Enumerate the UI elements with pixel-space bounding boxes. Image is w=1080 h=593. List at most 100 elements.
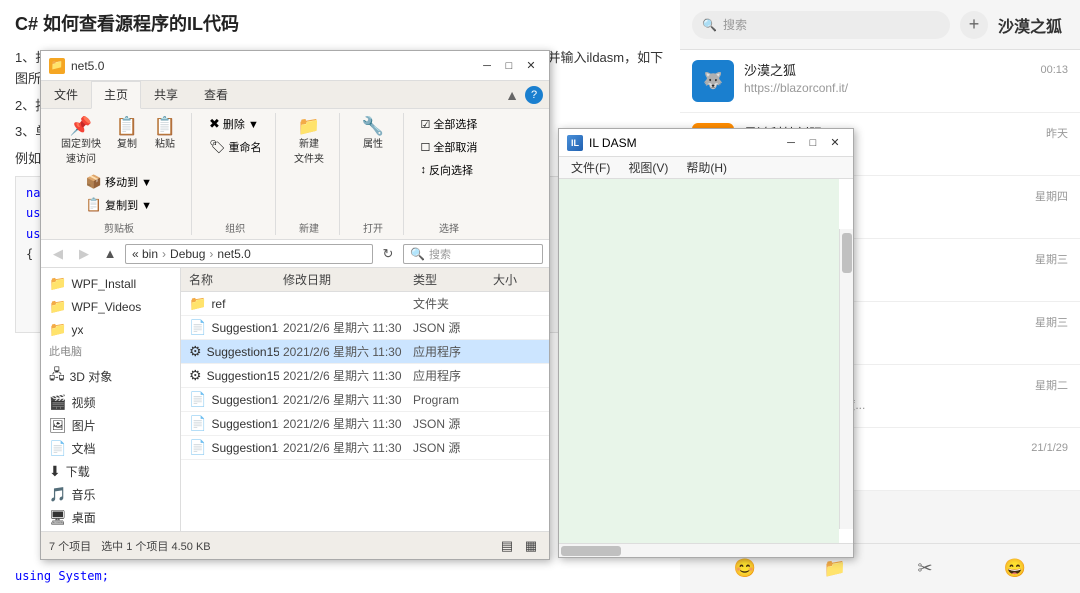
view-buttons: ▤ ▦ — [497, 536, 541, 556]
tree-item-yx[interactable]: 📁 yx — [41, 318, 180, 341]
col-date[interactable]: 修改日期 — [279, 268, 409, 291]
chat-preview: https://blazorconf.it/ — [744, 81, 1068, 95]
file-row[interactable]: 📄 Suggestion157.deps.json 2021/2/6 星期六 1… — [181, 316, 549, 340]
il-minimize-button[interactable]: ─ — [781, 134, 801, 152]
chat-list-item[interactable]: 🐺 沙漠之狐 00:13 https://blazorconf.it/ — [680, 50, 1080, 113]
file-type-icon: 📄 — [189, 415, 206, 432]
selected-info: 选中 1 个项目 4.50 KB — [101, 538, 210, 554]
move-to-button[interactable]: 📦移动到 ▼ — [81, 171, 157, 193]
ribbon-collapse-btn[interactable]: ▲ — [505, 87, 519, 103]
copy-to-button[interactable]: 📋复制到 ▼ — [81, 194, 157, 216]
il-vertical-scrollbar[interactable] — [839, 229, 853, 529]
menu-view[interactable]: 视图(V) — [620, 157, 676, 178]
rename-button[interactable]: 🏷重命名 — [204, 136, 267, 158]
properties-button[interactable]: 🔧 属性 — [355, 113, 391, 154]
file-date: 2021/2/6 星期六 11:30 — [279, 388, 409, 411]
open-buttons: 🔧 属性 — [355, 113, 391, 154]
menu-help[interactable]: 帮助(H) — [678, 157, 735, 178]
il-hscroll-thumb — [561, 546, 621, 556]
file-row[interactable]: 📁 ref 文件夹 — [181, 292, 549, 316]
il-horizontal-scrollbar[interactable] — [559, 543, 853, 557]
delete-icon: ✖ — [209, 116, 220, 132]
emoji-button[interactable]: 😊 — [731, 555, 759, 583]
maximize-button[interactable]: □ — [499, 57, 519, 75]
file-size — [489, 397, 549, 403]
chat-time: 星期三 — [1035, 251, 1068, 267]
chat-header: 🔍 搜索 + 沙漠之狐 — [680, 0, 1080, 50]
il-dasm-title: IL DASM — [589, 136, 775, 150]
select-all-icon: ☑ — [421, 118, 431, 131]
il-dasm-titlebar: IL IL DASM ─ □ ✕ — [559, 129, 853, 157]
deselect-all-button[interactable]: ☐ 全部取消 — [416, 136, 483, 158]
menu-file[interactable]: 文件(F) — [563, 157, 618, 178]
minimize-button[interactable]: ─ — [477, 57, 497, 75]
tab-home[interactable]: 主页 — [91, 81, 141, 109]
file-explorer-window: 📁 net5.0 ─ □ ✕ 文件 主页 共享 查看 ▲ ? 📌 — [40, 50, 550, 560]
add-contact-button[interactable]: + — [960, 11, 988, 39]
file-name: 📄 Suggestion157.pdb — [181, 388, 279, 411]
up-button[interactable]: ▲ — [99, 243, 121, 265]
file-explorer-titlebar: 📁 net5.0 ─ □ ✕ — [41, 51, 549, 81]
file-date: 2021/2/6 星期六 11:30 — [279, 412, 409, 435]
tab-share[interactable]: 共享 — [141, 81, 191, 108]
file-size — [489, 325, 549, 331]
col-name[interactable]: 名称 — [181, 268, 279, 291]
pin-to-quick-access-button[interactable]: 📌 固定到快速访问 — [55, 113, 107, 169]
file-type: 应用程序 — [409, 364, 489, 387]
tab-view[interactable]: 查看 — [191, 81, 241, 108]
file-row[interactable]: 📄 Suggestion157.runtimeconfig.json 2021/… — [181, 436, 549, 460]
tab-file[interactable]: 文件 — [41, 81, 91, 108]
refresh-button[interactable]: ↻ — [377, 243, 399, 265]
folder-icon: 📁 — [49, 298, 66, 315]
pin-icon: 📌 — [70, 117, 92, 135]
tree-item-wpf-videos[interactable]: 📁 WPF_Videos — [41, 295, 180, 318]
new-folder-button[interactable]: 📁 新建文件夹 — [288, 113, 330, 169]
new-folder-icon: 📁 — [298, 117, 320, 135]
file-row[interactable]: 📄 Suggestion157.runtimeconfig.dev.json 2… — [181, 412, 549, 436]
new-label: 新建 — [299, 216, 319, 235]
forward-button[interactable]: ▶ — [73, 243, 95, 265]
ribbon-group-open: 🔧 属性 打开 — [344, 113, 404, 235]
scissors-button[interactable]: ✂ — [911, 555, 939, 583]
invert-selection-button[interactable]: ↕ 反向选择 — [416, 159, 483, 181]
tree-item-music[interactable]: 🎵 音乐 — [41, 483, 180, 506]
file-list-header: 名称 修改日期 类型 大小 — [181, 268, 549, 292]
rename-icon: 🏷 — [209, 139, 226, 155]
il-close-button[interactable]: ✕ — [825, 134, 845, 152]
il-maximize-button[interactable]: □ — [803, 134, 823, 152]
back-button[interactable]: ◀ — [47, 243, 69, 265]
copy-button[interactable]: 📋 复制 — [109, 113, 145, 169]
tree-item-downloads[interactable]: ⬇ 下载 — [41, 460, 180, 483]
il-content-area — [559, 179, 853, 543]
close-button[interactable]: ✕ — [521, 57, 541, 75]
folder-icon: 📁 — [49, 321, 66, 338]
select-buttons: ☑ 全部选择 ☐ 全部取消 ↕ 反向选择 — [416, 113, 483, 181]
il-dasm-window: IL IL DASM ─ □ ✕ 文件(F) 视图(V) 帮助(H) — [558, 128, 854, 558]
tree-item-wpf-install[interactable]: 📁 WPF_Install — [41, 272, 180, 295]
file-row[interactable]: ⚙ Suggestion157.dll 2021/2/6 星期六 11:30 应… — [181, 340, 549, 364]
file-name: ⚙ Suggestion157.exe — [181, 364, 279, 387]
detail-view-button[interactable]: ▦ — [521, 536, 541, 556]
col-type[interactable]: 类型 — [409, 268, 489, 291]
tree-item-video[interactable]: 🎬 视频 — [41, 391, 180, 414]
tree-item-docs[interactable]: 📄 文档 — [41, 437, 180, 460]
paste-button[interactable]: 📋 粘贴 — [147, 113, 183, 169]
tree-item-desktop[interactable]: 🖥 桌面 — [41, 506, 180, 529]
delete-rename-col: ✖删除 ▼ 🏷重命名 — [204, 113, 267, 158]
select-all-button[interactable]: ☑ 全部选择 — [416, 113, 483, 135]
address-path[interactable]: « bin › Debug › net5.0 — [125, 244, 373, 264]
help-button[interactable]: ? — [525, 86, 543, 104]
tree-item-pictures[interactable]: 🖼 图片 — [41, 414, 180, 437]
chat-search-box[interactable]: 🔍 搜索 — [692, 11, 950, 39]
3d-icon: 🖧 — [49, 364, 65, 388]
file-row[interactable]: 📄 Suggestion157.pdb 2021/2/6 星期六 11:30 P… — [181, 388, 549, 412]
delete-button[interactable]: ✖删除 ▼ — [204, 113, 267, 135]
search-input[interactable]: 🔍 搜索 — [403, 244, 543, 264]
file-row[interactable]: ⚙ Suggestion157.exe 2021/2/6 星期六 11:30 应… — [181, 364, 549, 388]
col-size[interactable]: 大小 — [489, 268, 549, 291]
organize-buttons: ✖删除 ▼ 🏷重命名 — [204, 113, 267, 158]
folder-button[interactable]: 📁 — [821, 555, 849, 583]
list-view-button[interactable]: ▤ — [497, 536, 517, 556]
smiley-button[interactable]: 😄 — [1001, 555, 1029, 583]
tree-item-3d[interactable]: 🖧 3D 对象 — [41, 361, 180, 391]
